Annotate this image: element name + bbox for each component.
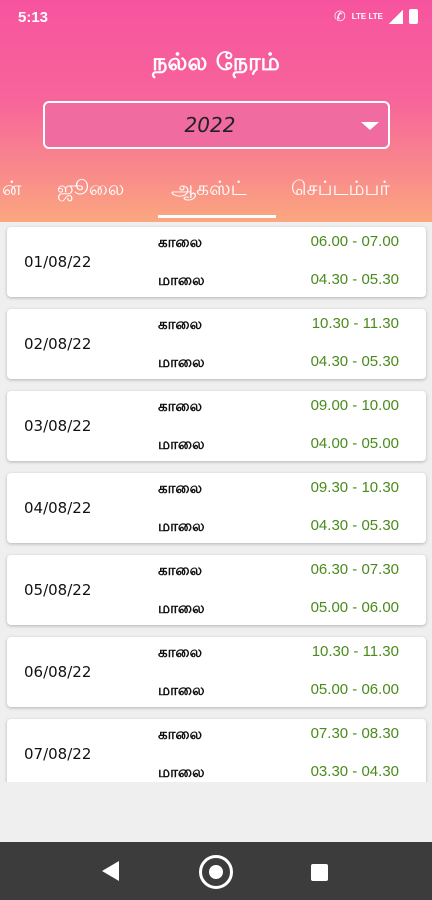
evening-label: மாலை (158, 353, 205, 371)
system-nav-bar (0, 842, 432, 900)
morning-time: 06.00 - 07.00 (310, 233, 399, 250)
recents-icon[interactable] (311, 864, 328, 881)
evening-label: மாலை (158, 435, 205, 453)
evening-label: மாலை (158, 271, 205, 289)
list-item[interactable]: 02/08/22 காலை 10.30 - 11.30 மாலை 04.30 -… (7, 309, 426, 379)
entry-date: 05/08/22 (24, 581, 92, 599)
morning-label: காலை (158, 725, 203, 743)
page-title: நல்ல நேரம் (152, 48, 280, 76)
list-item[interactable]: 05/08/22 காலை 06.30 - 07.30 மாலை 05.00 -… (7, 555, 426, 625)
tab-indicator (158, 215, 276, 218)
morning-time: 09.00 - 10.00 (310, 397, 399, 414)
list-item[interactable]: 01/08/22 காலை 06.00 - 07.00 மாலை 04.30 -… (7, 227, 426, 297)
entry-date: 01/08/22 (24, 253, 92, 271)
month-tabs: ன் ஜூலை ஆகஸ்ட் செப்டம்பர் (0, 170, 432, 222)
evening-time: 05.00 - 06.00 (310, 681, 399, 698)
list-item[interactable]: 04/08/22 காலை 09.30 - 10.30 மாலை 04.30 -… (7, 473, 426, 543)
evening-label: மாலை (158, 517, 205, 535)
morning-label: காலை (158, 397, 203, 415)
morning-time: 06.30 - 07.30 (310, 561, 399, 578)
list-item[interactable]: 07/08/22 காலை 07.30 - 08.30 மாலை 03.30 -… (7, 719, 426, 782)
back-icon[interactable] (102, 861, 119, 881)
entry-date: 07/08/22 (24, 745, 92, 763)
evening-time: 05.00 - 06.00 (310, 599, 399, 616)
list-item[interactable]: 06/08/22 காலை 10.30 - 11.30 மாலை 05.00 -… (7, 637, 426, 707)
chevron-down-icon (361, 122, 379, 130)
evening-time: 04.30 - 05.30 (310, 517, 399, 534)
bottom-spacer (0, 782, 432, 842)
morning-time: 09.30 - 10.30 (310, 479, 399, 496)
evening-time: 04.30 - 05.30 (310, 271, 399, 288)
year-dropdown[interactable]: 2022 (43, 101, 390, 149)
home-icon[interactable] (199, 855, 233, 889)
evening-label: மாலை (158, 763, 205, 781)
evening-time: 04.00 - 05.00 (310, 435, 399, 452)
morning-label: காலை (158, 233, 203, 251)
evening-label: மாலை (158, 599, 205, 617)
call-icon: ✆ (334, 8, 346, 24)
entry-date: 04/08/22 (24, 499, 92, 517)
evening-time: 04.30 - 05.30 (310, 353, 399, 370)
status-icons: ✆ LTE LTE (334, 8, 418, 25)
tab-july[interactable]: ஜூலை (57, 176, 124, 203)
evening-time: 03.30 - 04.30 (310, 763, 399, 780)
tab-september[interactable]: செப்டம்பர் (291, 176, 390, 203)
morning-time: 10.30 - 11.30 (311, 643, 399, 660)
timing-list[interactable]: 01/08/22 காலை 06.00 - 07.00 மாலை 04.30 -… (0, 222, 432, 782)
morning-label: காலை (158, 479, 203, 497)
morning-label: காலை (158, 561, 203, 579)
tab-june[interactable]: ன் (2, 176, 21, 203)
morning-label: காலை (158, 315, 203, 333)
entry-date: 03/08/22 (24, 417, 92, 435)
tab-august[interactable]: ஆகஸ்ட் (171, 176, 247, 203)
entry-date: 06/08/22 (24, 663, 92, 681)
network-label: LTE LTE (351, 12, 383, 21)
morning-label: காலை (158, 643, 203, 661)
evening-label: மாலை (158, 681, 205, 699)
entry-date: 02/08/22 (24, 335, 92, 353)
year-value: 2022 (184, 113, 236, 137)
morning-time: 07.30 - 08.30 (310, 725, 399, 742)
morning-time: 10.30 - 11.30 (311, 315, 399, 332)
list-item[interactable]: 03/08/22 காலை 09.00 - 10.00 மாலை 04.00 -… (7, 391, 426, 461)
status-time: 5:13 (18, 9, 49, 26)
status-bar: 5:13 ✆ LTE LTE (0, 0, 432, 36)
app-header: 5:13 ✆ LTE LTE நல்ல நேரம் 2022 ன் ஜூலை ஆ… (0, 0, 432, 222)
battery-icon (409, 9, 418, 24)
signal-icon (389, 9, 403, 24)
